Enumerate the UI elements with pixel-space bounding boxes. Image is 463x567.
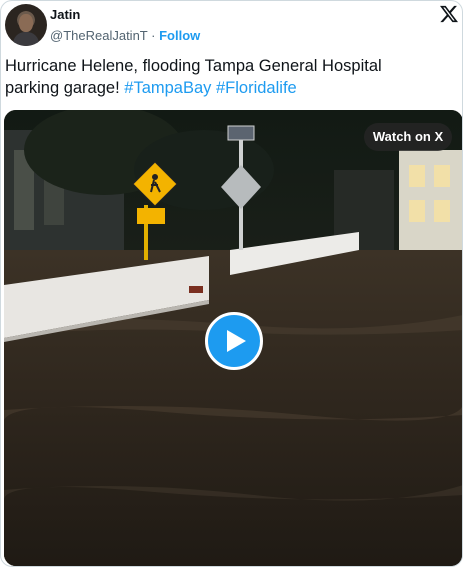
avatar[interactable] xyxy=(5,4,47,46)
tweet-text-prefix: parking garage! xyxy=(5,79,120,97)
tweet-text-line-2: parking garage! #TampaBay #Floridalife xyxy=(5,77,455,99)
tweet-header: Jatin @TheRealJatinT · Follow xyxy=(1,1,462,51)
embedded-tweet-card: Jatin @TheRealJatinT · Follow Hurricane … xyxy=(0,0,463,567)
x-logo-icon[interactable] xyxy=(438,4,460,24)
follow-button[interactable]: Follow xyxy=(159,28,200,43)
author-name[interactable]: Jatin xyxy=(50,7,80,23)
avatar-face xyxy=(19,14,33,32)
author-handle-line: @TheRealJatinT · Follow xyxy=(50,28,200,44)
tweet-text: Hurricane Helene, flooding Tampa General… xyxy=(5,55,455,99)
hashtag-tampabay[interactable]: #TampaBay xyxy=(124,79,211,97)
tweet-text-line-1: Hurricane Helene, flooding Tampa General… xyxy=(5,57,382,75)
hashtag-floridalife[interactable]: #Floridalife xyxy=(216,79,297,97)
handle-separator: · xyxy=(151,28,156,43)
play-icon xyxy=(227,330,246,352)
video-media[interactable]: Watch on X xyxy=(4,110,462,566)
avatar-shirt xyxy=(13,32,39,46)
author-handle[interactable]: @TheRealJatinT xyxy=(50,28,148,43)
watch-on-x-button[interactable]: Watch on X xyxy=(364,123,452,151)
play-button[interactable] xyxy=(205,312,263,370)
